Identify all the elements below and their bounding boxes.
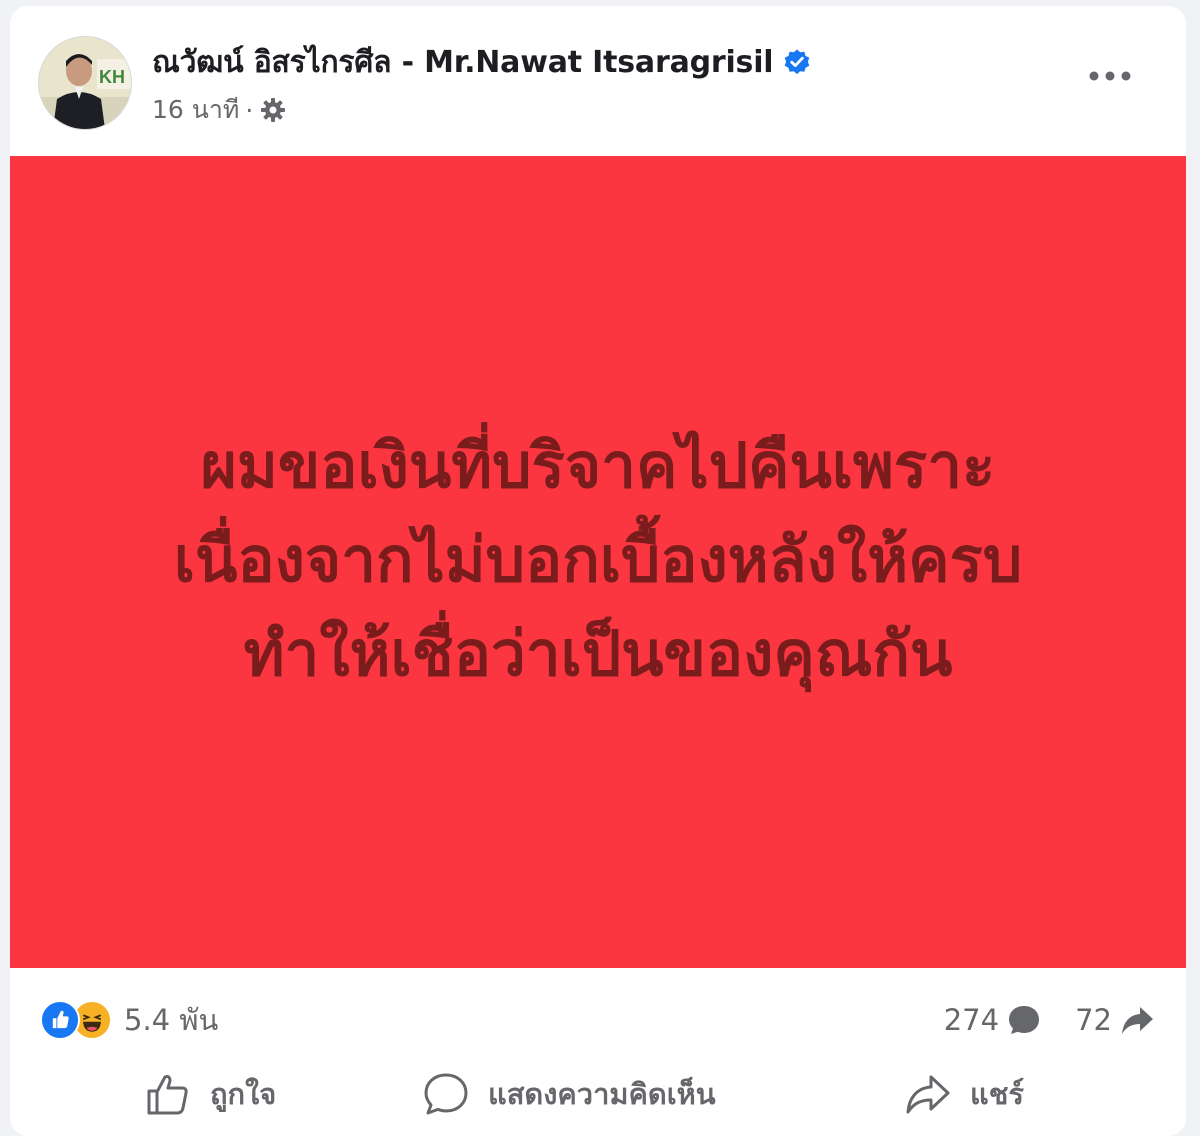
comment-button[interactable]: แสดงความคิดเห็น [422, 1062, 716, 1126]
shares-count: 72 [1075, 1003, 1112, 1037]
comment-icon [424, 1073, 468, 1115]
post-image-line: ทำให้เชื่อว่าเป็นของคุณกัน [243, 617, 953, 690]
share-label: แชร์ [970, 1077, 1024, 1111]
thumbs-up-icon [147, 1075, 188, 1115]
more-options-icon [1089, 71, 1131, 81]
like-button[interactable]: ถูกใจ [144, 1062, 276, 1126]
like-reaction-icon [40, 1000, 80, 1040]
post-timestamp[interactable]: 16 นาที [152, 90, 239, 130]
post-card: KH ณวัฒน์ อิสรไกรศีล - Mr.Nawat Itsaragr… [10, 6, 1186, 1136]
post-image-text: ผมขอเงินที่บริจาคไปคืนเพราะ เนื่องจากไม่… [174, 419, 1022, 701]
post-image-line: เนื่องจากไม่บอกเบื้องหลังให้ครบ [173, 523, 1023, 596]
shares-stat[interactable]: 72 [1075, 1001, 1156, 1039]
meta-separator: · [245, 95, 254, 125]
reactions-bar: 5.4 พัน 274 72 [10, 968, 1186, 1048]
post-meta: 16 นาที · [152, 90, 287, 130]
comments-count: 274 [943, 1003, 1000, 1037]
share-arrow-icon [1122, 1007, 1153, 1034]
svg-text:KH: KH [99, 67, 125, 87]
author-line: ณวัฒน์ อิสรไกรศีล - Mr.Nawat Itsaragrisi… [152, 40, 811, 84]
reaction-summary[interactable]: 5.4 พัน [40, 998, 218, 1042]
author-avatar[interactable]: KH [38, 36, 132, 130]
reaction-count[interactable]: 5.4 พัน [124, 997, 218, 1043]
comments-stat[interactable]: 274 [944, 1001, 1043, 1039]
avatar-image: KH [39, 37, 131, 129]
post-header: KH ณวัฒน์ อิสรไกรศีล - Mr.Nawat Itsaragr… [10, 6, 1186, 156]
engagement-stats: 274 72 [944, 998, 1156, 1042]
post-image[interactable]: ผมขอเงินที่บริจาคไปคืนเพราะ เนื่องจากไม่… [10, 156, 1186, 968]
share-button[interactable]: แชร์ [904, 1062, 1024, 1126]
post-image-line: ผมขอเงินที่บริจาคไปคืนเพราะ [200, 429, 996, 502]
comment-bubble-icon [1009, 1006, 1040, 1034]
share-icon [906, 1075, 950, 1114]
settings-icon [259, 96, 287, 124]
comment-label: แสดงความคิดเห็น [488, 1077, 716, 1111]
author-name[interactable]: ณวัฒน์ อิสรไกรศีล - Mr.Nawat Itsaragrisi… [152, 39, 774, 86]
verified-badge-icon [783, 48, 811, 76]
like-label: ถูกใจ [210, 1077, 277, 1111]
more-options-button[interactable] [1080, 56, 1140, 96]
